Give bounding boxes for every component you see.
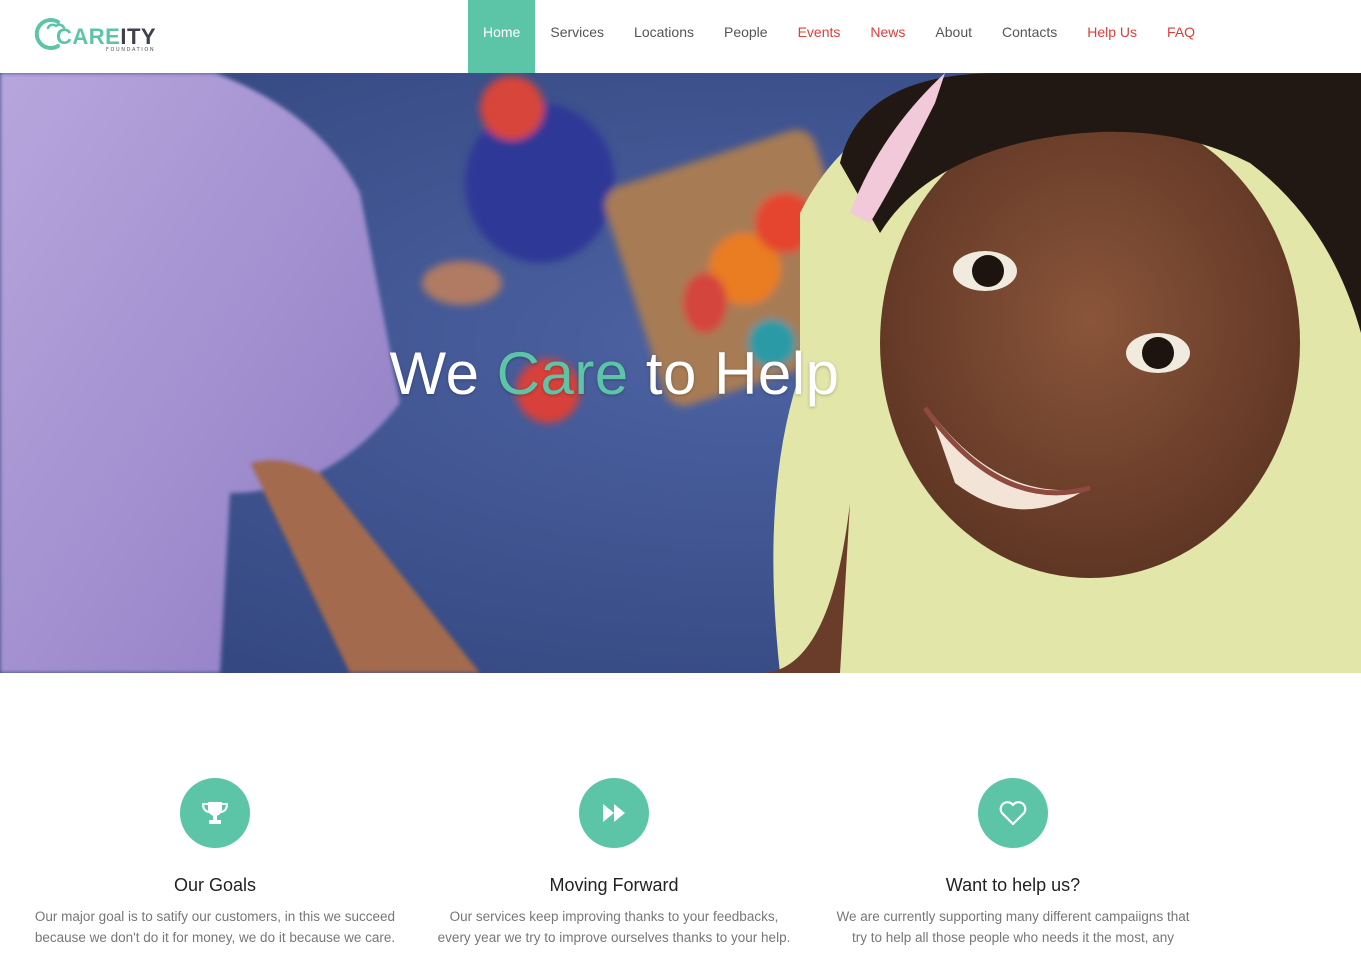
heart-icon (999, 801, 1027, 826)
logo-word-care: CARE (56, 24, 121, 49)
nav-home[interactable]: Home (468, 0, 536, 73)
nav-services[interactable]: Services (535, 0, 619, 73)
hero-title-before: We (389, 340, 497, 407)
features-section: Our Goals Our major goal is to satify ou… (0, 673, 1361, 953)
site-header: CAREITY FOUNDATION Home Services Locatio… (0, 0, 1361, 73)
feature-title: Our Goals (173, 875, 257, 895)
hero-title-accent: Care (496, 340, 629, 407)
nav-faq[interactable]: FAQ (1152, 0, 1210, 73)
logo[interactable]: CAREITY FOUNDATION (32, 12, 162, 56)
feature-icon-circle (180, 778, 250, 848)
feature-title: Want to help us? (945, 875, 1081, 895)
hero-banner: We Care to Help (0, 73, 1361, 673)
logo-word-ity: ITY (120, 24, 157, 49)
nav-about[interactable]: About (920, 0, 987, 73)
feature-icon-circle (579, 778, 649, 848)
logo-tagline: FOUNDATION (106, 47, 156, 53)
fast-forward-icon (603, 804, 625, 822)
hero-title: We Care to Help (0, 339, 1229, 409)
nav-people[interactable]: People (709, 0, 783, 73)
nav-contacts[interactable]: Contacts (987, 0, 1072, 73)
nav-events[interactable]: Events (783, 0, 856, 73)
feature-text: We are currently supporting many differe… (836, 909, 1190, 945)
hero-title-after: to Help (628, 340, 840, 407)
main-nav: Home Services Locations People Events Ne… (468, 0, 1210, 73)
nav-help-us[interactable]: Help Us (1072, 0, 1152, 73)
trophy-icon (201, 802, 229, 824)
logo-wordmark: CAREITY (56, 25, 156, 49)
feature-text: Our services keep improving thanks to yo… (437, 909, 791, 945)
nav-locations[interactable]: Locations (619, 0, 709, 73)
nav-news[interactable]: News (855, 0, 920, 73)
feature-text: Our major goal is to satify our customer… (34, 909, 396, 945)
feature-icon-circle (978, 778, 1048, 848)
feature-title: Moving Forward (549, 875, 679, 895)
